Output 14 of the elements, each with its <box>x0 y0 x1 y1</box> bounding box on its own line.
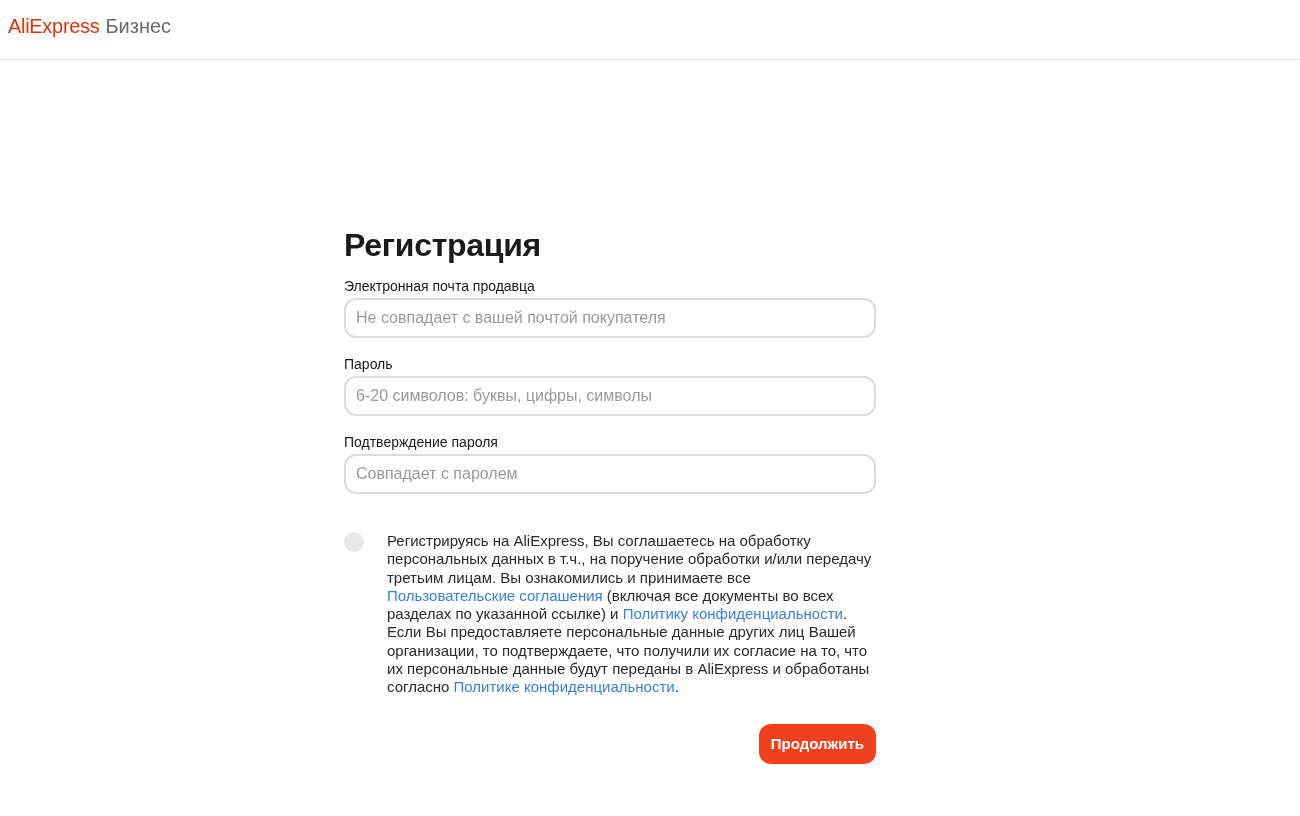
field-label: Пароль <box>344 356 393 372</box>
consent-link[interactable]: Политике конфиденциальности <box>453 678 675 696</box>
consent-link[interactable]: Политику конфиденциальности <box>622 605 843 623</box>
field-label: Подтверждение пароля <box>344 434 498 450</box>
consent-link[interactable]: Пользовательские соглашения <box>387 586 603 604</box>
logo-wordmark[interactable]: AliExpress <box>8 15 100 38</box>
consent-text: Регистрируясь на AliExpress, Вы соглашаетесь на обработку персональных данных в т.ч., на поручение обработки и/или передачу третьим лицам. Вы ознакомились и принимаете все Пользовательские соглашения (включая все документы во всех разделах по указанной ссылке) и Политику конфиденциальности. Если Вы предоставляете персональные данные других лиц Вашей организации, то подтверждаете, что получили их согласие на то, что их персональные данные будут переданы в AliExpress и обработаны согласно Политике конфиденциальности. <box>387 532 873 697</box>
page-title: Регистрация <box>344 226 542 265</box>
logo-subtitle[interactable]: Бизнес <box>105 15 172 38</box>
input-field[interactable]: Не совпадает с вашей почтой покупателя <box>344 298 876 338</box>
field-label: Электронная почта продавца <box>344 278 535 294</box>
input-field[interactable]: Совпадает с паролем <box>344 454 876 494</box>
continue-button[interactable]: Продолжить <box>758 723 876 764</box>
input-field[interactable]: 6-20 символов: буквы, цифры, символы <box>344 376 876 416</box>
